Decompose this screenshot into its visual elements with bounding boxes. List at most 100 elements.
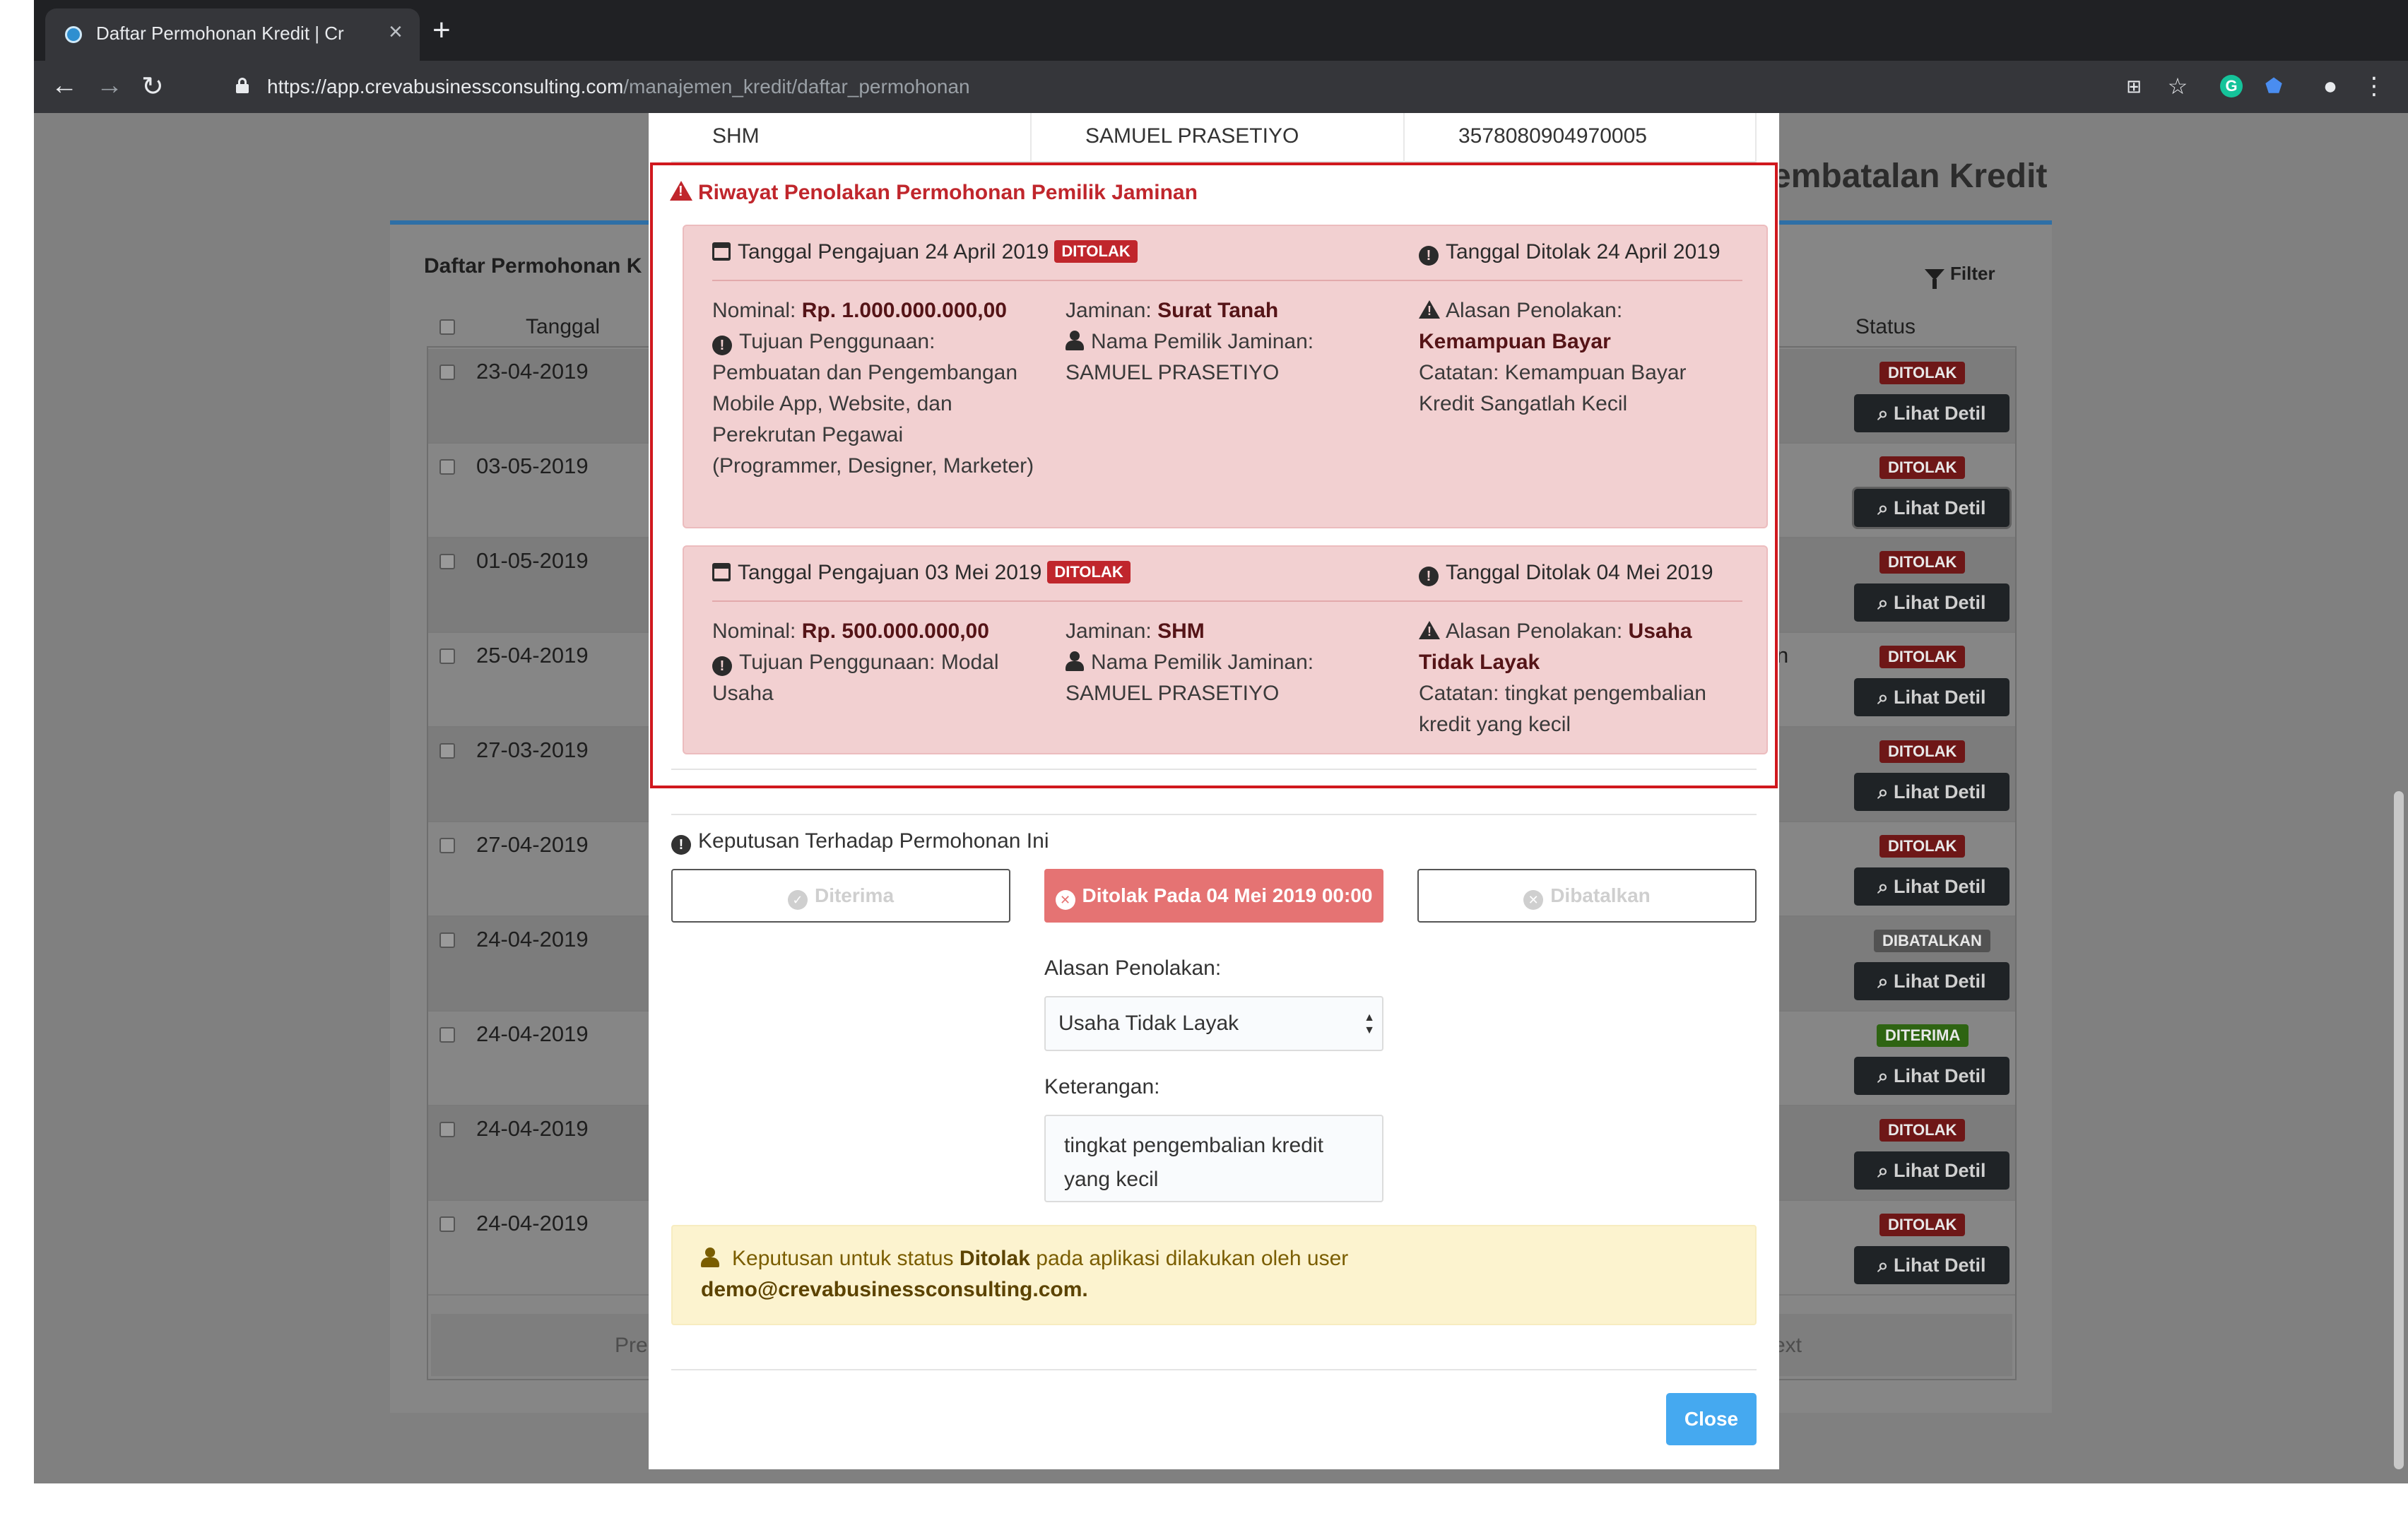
status-badge: DITOLAK	[1879, 456, 1966, 479]
row-checkbox[interactable]	[439, 1216, 455, 1232]
search-icon: ⌕	[1877, 1255, 1894, 1276]
user-icon	[1066, 331, 1084, 350]
collateral-owner-name: Nama Pemilik Jaminan: SAMUEL PRASETIYO	[1066, 330, 1314, 384]
view-detail-button[interactable]: ⌕ Lihat Detil	[1854, 678, 2009, 716]
browser-chrome: Daftar Permohonan Kredit | Cr × + ← → ↻ …	[34, 0, 2408, 113]
status-badge: DITOLAK	[1054, 240, 1138, 263]
rejection-note: Catatan: tingkat pengembalian kredit yan…	[1419, 682, 1706, 736]
warning-icon	[1419, 621, 1440, 639]
rejection-history-title: Riwayat Penolakan Permohonan Pemilik Jam…	[670, 181, 1198, 205]
row-date: 01-05-2019	[476, 548, 589, 573]
view-detail-button[interactable]: ⌕ Lihat Detil	[1854, 1057, 2009, 1095]
search-icon: ⌕	[1877, 592, 1894, 613]
tab-close-icon[interactable]: ×	[389, 18, 403, 46]
row-date: 25-04-2019	[476, 643, 589, 668]
user-check-icon	[701, 1248, 726, 1267]
new-tab-button[interactable]: +	[432, 13, 451, 48]
reload-icon[interactable]: ↻	[141, 71, 164, 102]
profile-icon[interactable]: ●	[2318, 73, 2343, 99]
rejection-reason: Alasan Penolakan:Kemampuan Bayar	[1419, 295, 1744, 357]
search-icon: ⌕	[1877, 1160, 1894, 1181]
decision-info-alert: Keputusan untuk status Ditolak pada apli…	[671, 1225, 1757, 1325]
row-date: 27-03-2019	[476, 737, 589, 762]
search-icon: ⌕	[1877, 403, 1894, 424]
status-badge: DITOLAK	[1879, 1119, 1966, 1142]
status-badge: DITOLAK	[1879, 646, 1966, 668]
browser-tab[interactable]: Daftar Permohonan Kredit | Cr ×	[45, 8, 420, 61]
row-checkbox[interactable]	[439, 1027, 455, 1043]
view-detail-button[interactable]: ⌕ Lihat Detil	[1854, 583, 2009, 622]
row-checkbox[interactable]	[439, 365, 455, 380]
search-icon: ⌕	[1877, 497, 1894, 518]
warning-icon	[670, 181, 692, 201]
view-detail-button[interactable]: ⌕ Lihat Detil	[1854, 773, 2009, 811]
view-detail-button[interactable]: ⌕ Lihat Detil	[1854, 867, 2009, 906]
row-checkbox[interactable]	[439, 1122, 455, 1137]
translate-icon[interactable]: ⊞	[2121, 73, 2147, 99]
rejection-reason-select[interactable]: Usaha Tidak Layak ▲ ▼	[1044, 996, 1383, 1051]
row-date: 24-04-2019	[476, 1211, 589, 1235]
row-checkbox[interactable]	[439, 648, 455, 664]
select-all-checkbox[interactable]	[439, 319, 455, 335]
user-icon	[1066, 651, 1084, 671]
status-badge: DITOLAK	[1879, 551, 1966, 574]
rejection-reason: Alasan Penolakan: Usaha Tidak Layak	[1419, 616, 1744, 678]
row-checkbox[interactable]	[439, 932, 455, 948]
accept-button[interactable]: ✓ Diterima	[671, 869, 1010, 923]
rejected-button[interactable]: ✕ Ditolak Pada 04 Mei 2019 00:00	[1044, 869, 1383, 923]
exclamation-circle-icon: !	[671, 835, 691, 855]
row-date: 27-04-2019	[476, 832, 589, 857]
search-icon: ⌕	[1877, 781, 1894, 802]
row-checkbox[interactable]	[439, 459, 455, 475]
address-bar[interactable]: https://app.crevabusinessconsulting.com/…	[225, 68, 2076, 106]
page-heading: embatalan Kredit	[1772, 158, 2048, 195]
status-badge: DITERIMA	[1877, 1024, 1969, 1047]
menu-icon[interactable]: ⋮	[2361, 73, 2387, 99]
rejected-date: Tanggal Ditolak 04 Mei 2019	[1446, 561, 1713, 584]
cancel-button[interactable]: ✕ Dibatalkan	[1417, 869, 1757, 923]
grammarly-icon[interactable]: G	[2220, 75, 2243, 97]
close-button[interactable]: Close	[1666, 1393, 1757, 1445]
view-detail-button[interactable]: ⌕ Lihat Detil	[1854, 962, 2009, 1000]
extension-icon[interactable]: ⬟	[2261, 73, 2286, 99]
view-detail-button[interactable]: ⌕ Lihat Detil	[1854, 394, 2009, 432]
view-detail-button[interactable]: ⌕ Lihat Detil	[1854, 489, 2009, 527]
remarks-field[interactable]: tingkat pengembalian kredit yang kecil	[1044, 1115, 1383, 1202]
info-circle-icon: !	[712, 336, 732, 355]
url-text: https://app.crevabusinessconsulting.com/…	[267, 76, 970, 97]
collateral: Jaminan: Surat Tanah	[1066, 299, 1279, 322]
view-detail-button[interactable]: ⌕ Lihat Detil	[1854, 1246, 2009, 1284]
tab-bar: Daftar Permohonan Kredit | Cr × +	[34, 0, 2408, 61]
search-icon: ⌕	[1877, 687, 1894, 708]
collateral-owner: SAMUEL PRASETIYO	[1085, 124, 1299, 148]
row-checkbox[interactable]	[439, 554, 455, 569]
row-checkbox[interactable]	[439, 838, 455, 853]
status-badge: DITOLAK	[1047, 561, 1131, 583]
filter-button[interactable]: Filter	[1925, 263, 1995, 290]
row-date: 03-05-2019	[476, 454, 589, 478]
divider	[671, 769, 1757, 770]
back-icon[interactable]: ←	[51, 71, 78, 101]
lock-icon	[236, 78, 249, 93]
nominal: Nominal: Rp. 1.000.000.000,00	[712, 299, 1007, 322]
forward-icon[interactable]: →	[96, 71, 123, 101]
collateral-row: SHM SAMUEL PRASETIYO 3578080904970005	[671, 113, 1757, 162]
tab-title: Daftar Permohonan Kredit | Cr	[96, 23, 344, 44]
row-checkbox[interactable]	[439, 743, 455, 759]
column-header-tanggal: Tanggal	[526, 315, 601, 338]
filter-icon	[1925, 269, 1944, 290]
search-icon: ⌕	[1877, 876, 1894, 897]
star-icon[interactable]: ☆	[2165, 73, 2190, 99]
row-date: 24-04-2019	[476, 1021, 589, 1046]
info-circle-icon: !	[712, 656, 732, 676]
collateral-owner-name: Nama Pemilik Jaminan: SAMUEL PRASETIYO	[1066, 651, 1314, 705]
rejection-card: Tanggal Pengajuan 24 April 2019 DITOLAK !…	[683, 225, 1768, 528]
scrollbar-thumb[interactable]	[2394, 791, 2404, 1469]
calendar-icon	[712, 242, 731, 261]
collateral-number: 3578080904970005	[1458, 124, 1647, 148]
decision-title: ! Keputusan Terhadap Permohonan Ini	[671, 829, 1049, 855]
check-circle-icon: ✓	[787, 890, 808, 910]
calendar-icon	[712, 563, 731, 581]
view-detail-button[interactable]: ⌕ Lihat Detil	[1854, 1151, 2009, 1190]
previous-button[interactable]: Pre	[615, 1334, 648, 1358]
